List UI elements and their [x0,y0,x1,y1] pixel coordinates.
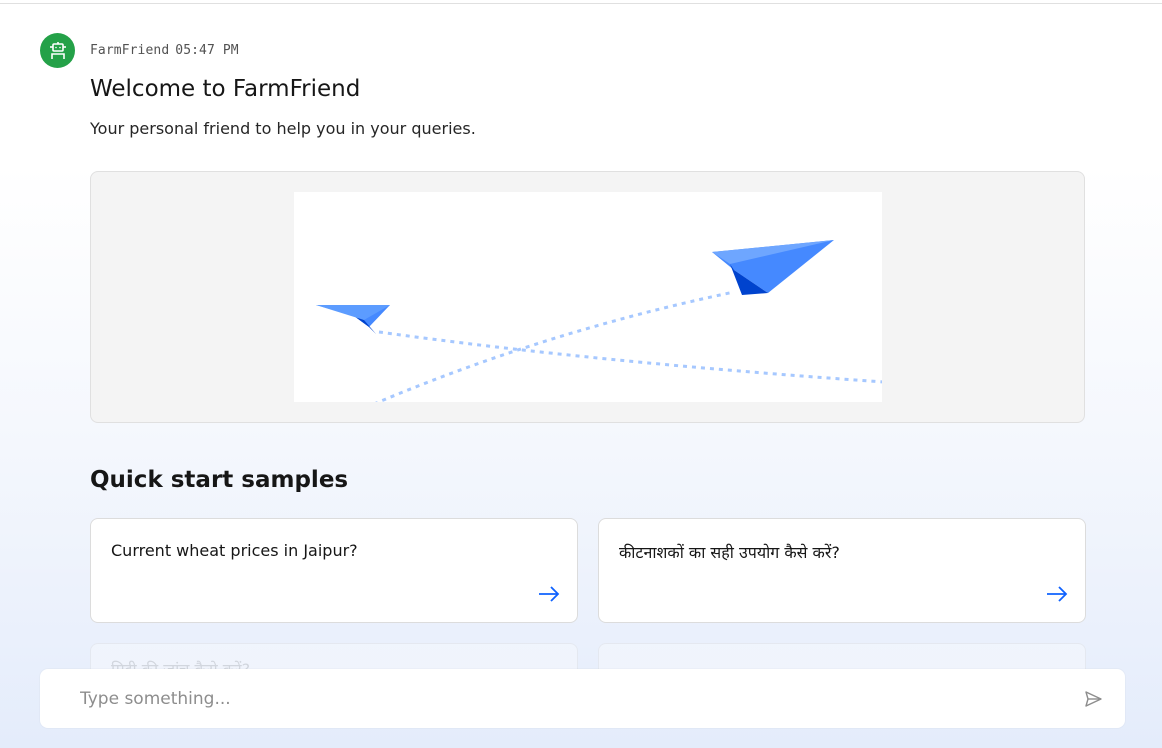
sample-card-pesticide-usage[interactable]: कीटनाशकों का सही उपयोग कैसे करें? [598,518,1086,623]
sample-card-wheat-prices[interactable]: Current wheat prices in Jaipur? [90,518,578,623]
large-plane-icon [712,240,834,295]
bot-icon [49,41,66,59]
sample-card-label: कीटनाशकों का सही उपयोग कैसे करें? [619,543,840,562]
arrow-right-icon [539,586,560,602]
paper-planes-illustration [294,192,882,402]
chat-input-bar [40,669,1125,728]
welcome-title: Welcome to FarmFriend [90,76,361,102]
welcome-image-panel [90,171,1085,423]
top-divider [0,3,1162,4]
message-time: 05:47 PM [175,43,239,58]
send-icon[interactable] [1083,689,1103,709]
welcome-subtitle: Your personal friend to help you in your… [90,119,476,138]
bot-avatar [40,33,75,68]
quick-start-title: Quick start samples [90,467,349,493]
chat-input[interactable] [80,685,1040,713]
small-plane-icon [316,305,390,334]
message-meta: FarmFriend 05:47 PM [90,43,245,58]
sample-card-label: Current wheat prices in Jaipur? [111,541,358,560]
sender-name: FarmFriend [90,43,170,58]
arrow-right-icon [1047,586,1068,602]
